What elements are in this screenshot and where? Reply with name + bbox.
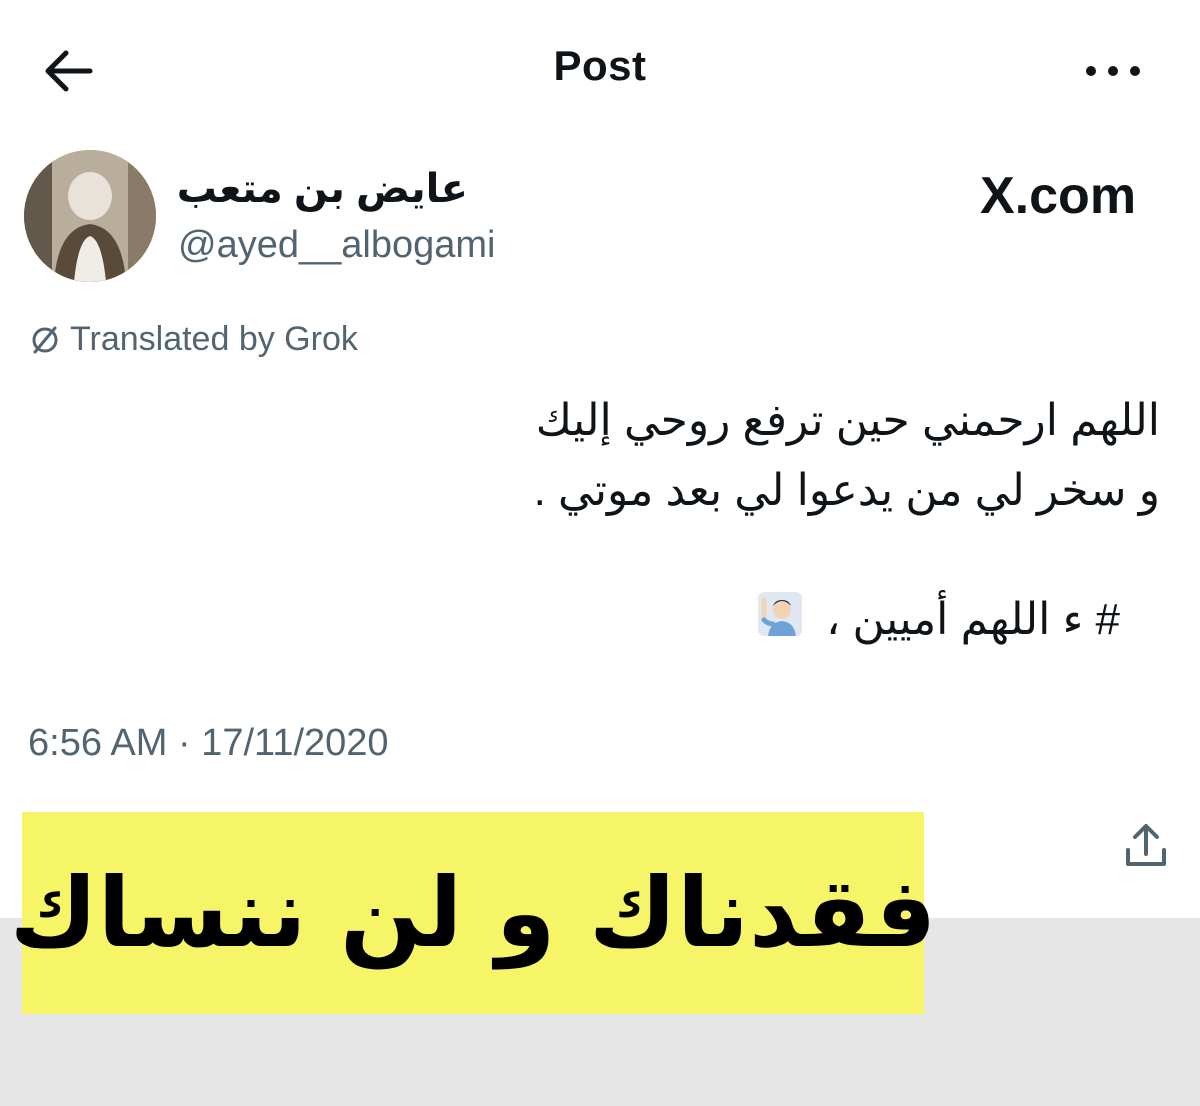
post-body: اللهم ارحمني حين ترفع روحي إليك و سخر لي…: [460, 386, 1160, 526]
condolence-banner-text: فقدناك و لن ننساك: [9, 857, 937, 969]
author-handle[interactable]: @ayed__albogami: [178, 224, 495, 267]
post-line-1: اللهم ارحمني حين ترفع روحي إليك: [535, 396, 1160, 445]
brand-label: X.com: [980, 167, 1137, 225]
translated-label: Translated by Grok: [70, 320, 358, 358]
brand-watermark: X.com: [980, 166, 1136, 226]
hashtag-text[interactable]: # ء اللهم أميين ،: [826, 595, 1120, 644]
post-timestamp[interactable]: 6:56 AM · 17/11/2020: [28, 722, 389, 765]
author-avatar[interactable]: [24, 150, 156, 282]
post-line-2: و سخر لي من يدعوا لي بعد موتي .: [533, 466, 1160, 515]
translate-icon: [32, 326, 58, 353]
share-icon: [1126, 824, 1166, 866]
more-horizontal-icon: [1086, 66, 1140, 76]
post-hashtag-line: # ء اللهم أميين ،: [560, 590, 1120, 654]
top-bar: Post: [0, 0, 1200, 140]
translated-by-grok[interactable]: Translated by Grok: [28, 320, 358, 359]
post-page: Post عايض بن متعب @ayed__albogami X.com: [0, 0, 1200, 1106]
man-raising-hand-emoji: [756, 590, 804, 654]
more-options-button[interactable]: [1080, 56, 1146, 86]
author-display-name[interactable]: عايض بن متعب: [177, 166, 468, 212]
page-title: Post: [553, 42, 647, 89]
avatar-image: [24, 150, 156, 282]
share-button[interactable]: [1118, 818, 1174, 874]
